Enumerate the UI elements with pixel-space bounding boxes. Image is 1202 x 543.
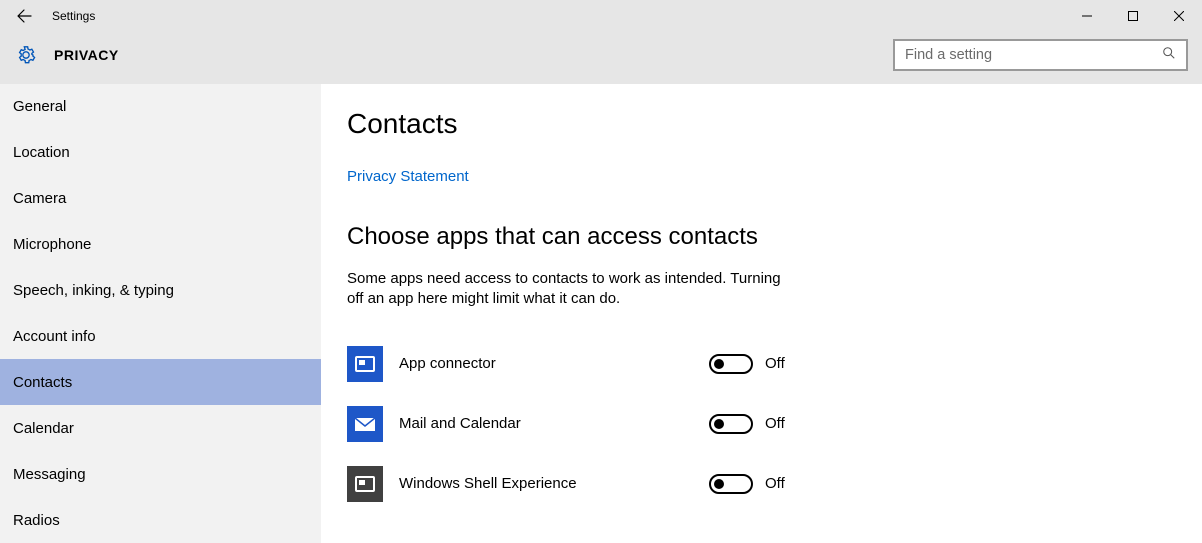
app-label: Mail and Calendar	[399, 415, 709, 432]
sidebar-item-radios[interactable]: Radios	[0, 497, 321, 543]
window-title: Settings	[48, 9, 95, 23]
sidebar-item-calendar[interactable]: Calendar	[0, 405, 321, 451]
content: Contacts Privacy Statement Choose apps t…	[321, 84, 1202, 543]
shell-icon	[347, 466, 383, 502]
toggle-state: Off	[765, 475, 785, 492]
toggle-state: Off	[765, 415, 785, 432]
toggle-wrap: Off	[709, 474, 785, 494]
nav-label: Contacts	[13, 374, 72, 391]
app-label: App connector	[399, 355, 709, 372]
sidebar-item-accountinfo[interactable]: Account info	[0, 314, 321, 360]
maximize-icon	[1128, 11, 1138, 21]
app-row-shell: Windows Shell Experience Off	[347, 454, 1202, 514]
back-arrow-icon	[16, 8, 32, 24]
nav-label: Speech, inking, & typing	[13, 282, 174, 299]
mail-icon	[347, 406, 383, 442]
maximize-button[interactable]	[1110, 0, 1156, 32]
sidebar-item-messaging[interactable]: Messaging	[0, 451, 321, 497]
sidebar-item-microphone[interactable]: Microphone	[0, 222, 321, 268]
header-title: PRIVACY	[54, 47, 119, 63]
toggle-mail[interactable]	[709, 414, 753, 434]
search-box[interactable]	[893, 39, 1188, 71]
body: General Location Camera Microphone Speec…	[0, 84, 1202, 543]
nav-label: Calendar	[13, 420, 74, 437]
sidebar-item-camera[interactable]: Camera	[0, 176, 321, 222]
minimize-button[interactable]	[1064, 0, 1110, 32]
app-row-mail: Mail and Calendar Off	[347, 394, 1202, 454]
app-row-app-connector: App connector Off	[347, 334, 1202, 394]
nav-label: General	[13, 98, 66, 115]
toggle-knob	[714, 419, 724, 429]
nav-label: Location	[13, 144, 70, 161]
search-input[interactable]	[905, 47, 1162, 63]
app-label: Windows Shell Experience	[399, 475, 709, 492]
nav-label: Microphone	[13, 236, 91, 253]
app-connector-icon	[347, 346, 383, 382]
close-icon	[1174, 11, 1184, 21]
nav-label: Camera	[13, 190, 66, 207]
privacy-statement-link[interactable]: Privacy Statement	[347, 168, 469, 185]
search-icon	[1162, 46, 1176, 65]
sidebar-item-location[interactable]: Location	[0, 130, 321, 176]
sidebar-item-contacts[interactable]: Contacts	[0, 359, 321, 405]
nav-label: Radios	[13, 512, 60, 529]
toggle-wrap: Off	[709, 414, 785, 434]
section-description: Some apps need access to contacts to wor…	[347, 269, 787, 310]
titlebar: Settings	[0, 0, 1202, 32]
sidebar-item-general[interactable]: General	[0, 84, 321, 130]
toggle-shell[interactable]	[709, 474, 753, 494]
sidebar-item-speech[interactable]: Speech, inking, & typing	[0, 268, 321, 314]
header: PRIVACY	[0, 32, 1202, 84]
toggle-knob	[714, 479, 724, 489]
toggle-wrap: Off	[709, 354, 785, 374]
page-title: Contacts	[347, 108, 1202, 140]
nav-label: Messaging	[13, 466, 86, 483]
section-title: Choose apps that can access contacts	[347, 223, 1202, 251]
close-button[interactable]	[1156, 0, 1202, 32]
toggle-knob	[714, 359, 724, 369]
toggle-state: Off	[765, 355, 785, 372]
sidebar: General Location Camera Microphone Speec…	[0, 84, 321, 543]
toggle-app-connector[interactable]	[709, 354, 753, 374]
minimize-icon	[1082, 11, 1092, 21]
back-button[interactable]	[0, 0, 48, 32]
nav-label: Account info	[13, 328, 96, 345]
gear-icon	[16, 45, 36, 65]
